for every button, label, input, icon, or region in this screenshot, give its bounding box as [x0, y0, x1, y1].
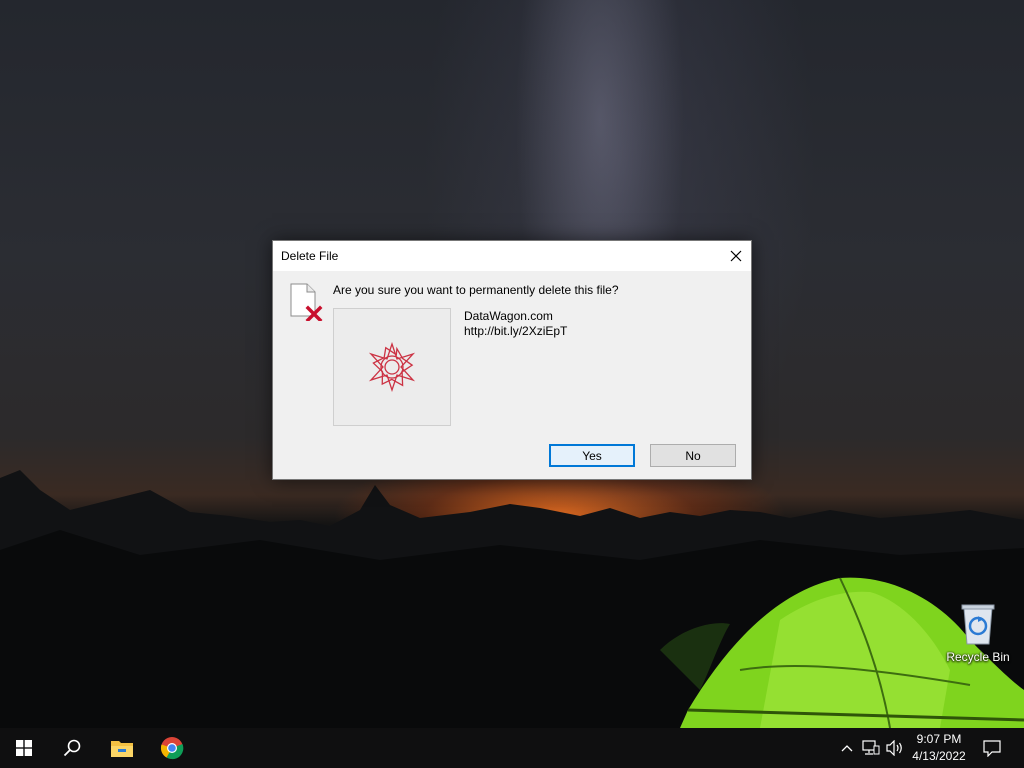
clock-time: 9:07 PM	[916, 732, 962, 746]
file-explorer-button[interactable]	[98, 728, 146, 768]
confirm-question: Are you sure you want to permanently del…	[333, 283, 619, 297]
close-button[interactable]	[721, 241, 751, 271]
taskbar: 9:07 PM 4/13/2022	[0, 728, 1024, 768]
yes-button[interactable]: Yes	[549, 444, 635, 467]
no-button[interactable]: No	[650, 444, 736, 467]
file-url: http://bit.ly/2XziEpT	[464, 324, 568, 338]
start-button[interactable]	[0, 728, 48, 768]
clock-date: 4/13/2022	[912, 749, 966, 763]
chevron-up-icon	[841, 745, 853, 752]
recycle-bin-icon	[961, 604, 995, 645]
delete-file-dialog: Delete File Are you sure you want to per…	[272, 240, 752, 480]
file-delete-icon	[290, 283, 323, 321]
chrome-icon	[160, 737, 184, 760]
file-thumbnail	[333, 308, 451, 426]
action-center-button[interactable]	[978, 728, 1006, 768]
dialog-title: Delete File	[281, 249, 339, 263]
network-icon	[862, 740, 880, 755]
recycle-bin[interactable]: Recycle Bin	[940, 600, 1016, 664]
show-hidden-icons-button[interactable]	[838, 728, 856, 768]
red-star-logo-icon	[368, 342, 416, 392]
file-name: DataWagon.com	[464, 309, 553, 323]
windows-start-icon	[16, 740, 32, 756]
chrome-button[interactable]	[148, 728, 196, 768]
file-explorer-icon	[111, 741, 133, 757]
clock[interactable]: 9:07 PM 4/13/2022	[900, 731, 978, 765]
network-button[interactable]	[860, 728, 882, 768]
recycle-bin-label: Recycle Bin	[946, 650, 1010, 664]
close-icon	[730, 250, 742, 262]
notifications-icon	[983, 740, 1001, 757]
dialog-titlebar[interactable]: Delete File	[273, 241, 751, 271]
search-button[interactable]	[48, 728, 96, 768]
search-icon	[63, 739, 81, 757]
